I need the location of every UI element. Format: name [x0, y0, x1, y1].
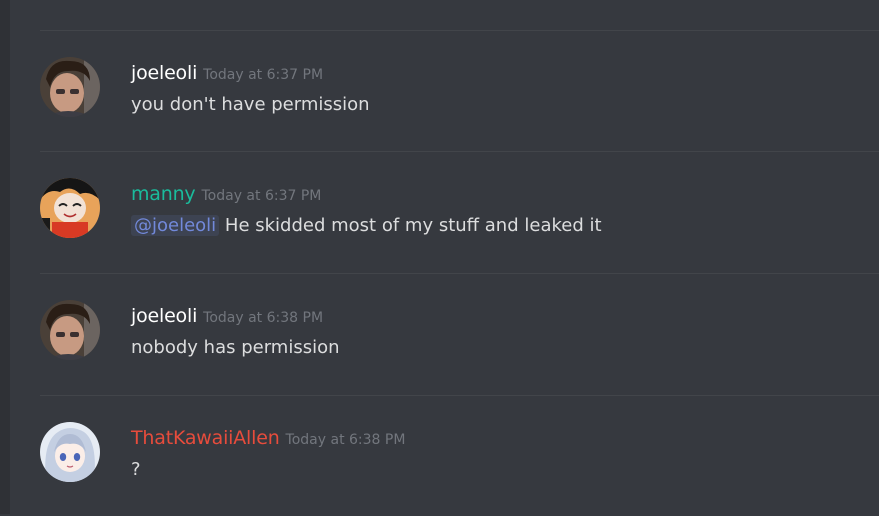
timestamp: Today at 6:37 PM	[201, 188, 322, 204]
message-text: @joeleoli He skidded most of my stuff an…	[131, 213, 602, 239]
message-text: you don't have permission	[131, 94, 370, 115]
scrollbar-track[interactable]	[0, 0, 10, 514]
message-body: He skidded most of my stuff and leaked i…	[224, 215, 602, 236]
avatar-image	[40, 178, 100, 238]
message-text: ?	[131, 459, 141, 480]
message-item[interactable]: ThatKawaiiAllen Today at 6:38 PM ?	[40, 395, 879, 516]
avatar-manny[interactable]	[40, 178, 100, 238]
message-header: manny Today at 6:37 PM	[131, 181, 321, 209]
message-item[interactable]: joeleoli Today at 6:37 PM you don't have …	[40, 30, 879, 151]
username[interactable]: joeleoli	[131, 305, 197, 327]
username[interactable]: joeleoli	[131, 62, 197, 84]
user-mention[interactable]: @joeleoli	[131, 215, 220, 236]
message-header: ThatKawaiiAllen Today at 6:38 PM	[131, 425, 405, 453]
avatar-joeleoli[interactable]	[40, 57, 100, 117]
timestamp: Today at 6:37 PM	[203, 67, 324, 83]
message-header: joeleoli Today at 6:38 PM	[131, 303, 323, 331]
avatar-thatkawaiiallen[interactable]	[40, 422, 100, 482]
message-text: nobody has permission	[131, 337, 340, 358]
message-item[interactable]: joeleoli Today at 6:38 PM nobody has perm…	[40, 273, 879, 394]
avatar-image	[40, 300, 100, 360]
username[interactable]: manny	[131, 183, 196, 205]
username[interactable]: ThatKawaiiAllen	[131, 427, 280, 449]
message-header: joeleoli Today at 6:37 PM	[131, 60, 323, 88]
avatar-joeleoli[interactable]	[40, 300, 100, 360]
avatar-image	[40, 422, 100, 482]
timestamp: Today at 6:38 PM	[203, 310, 324, 326]
message-item[interactable]: manny Today at 6:37 PM @joeleoli He skidd…	[40, 151, 879, 272]
timestamp: Today at 6:38 PM	[285, 432, 406, 448]
avatar-image	[40, 57, 100, 117]
